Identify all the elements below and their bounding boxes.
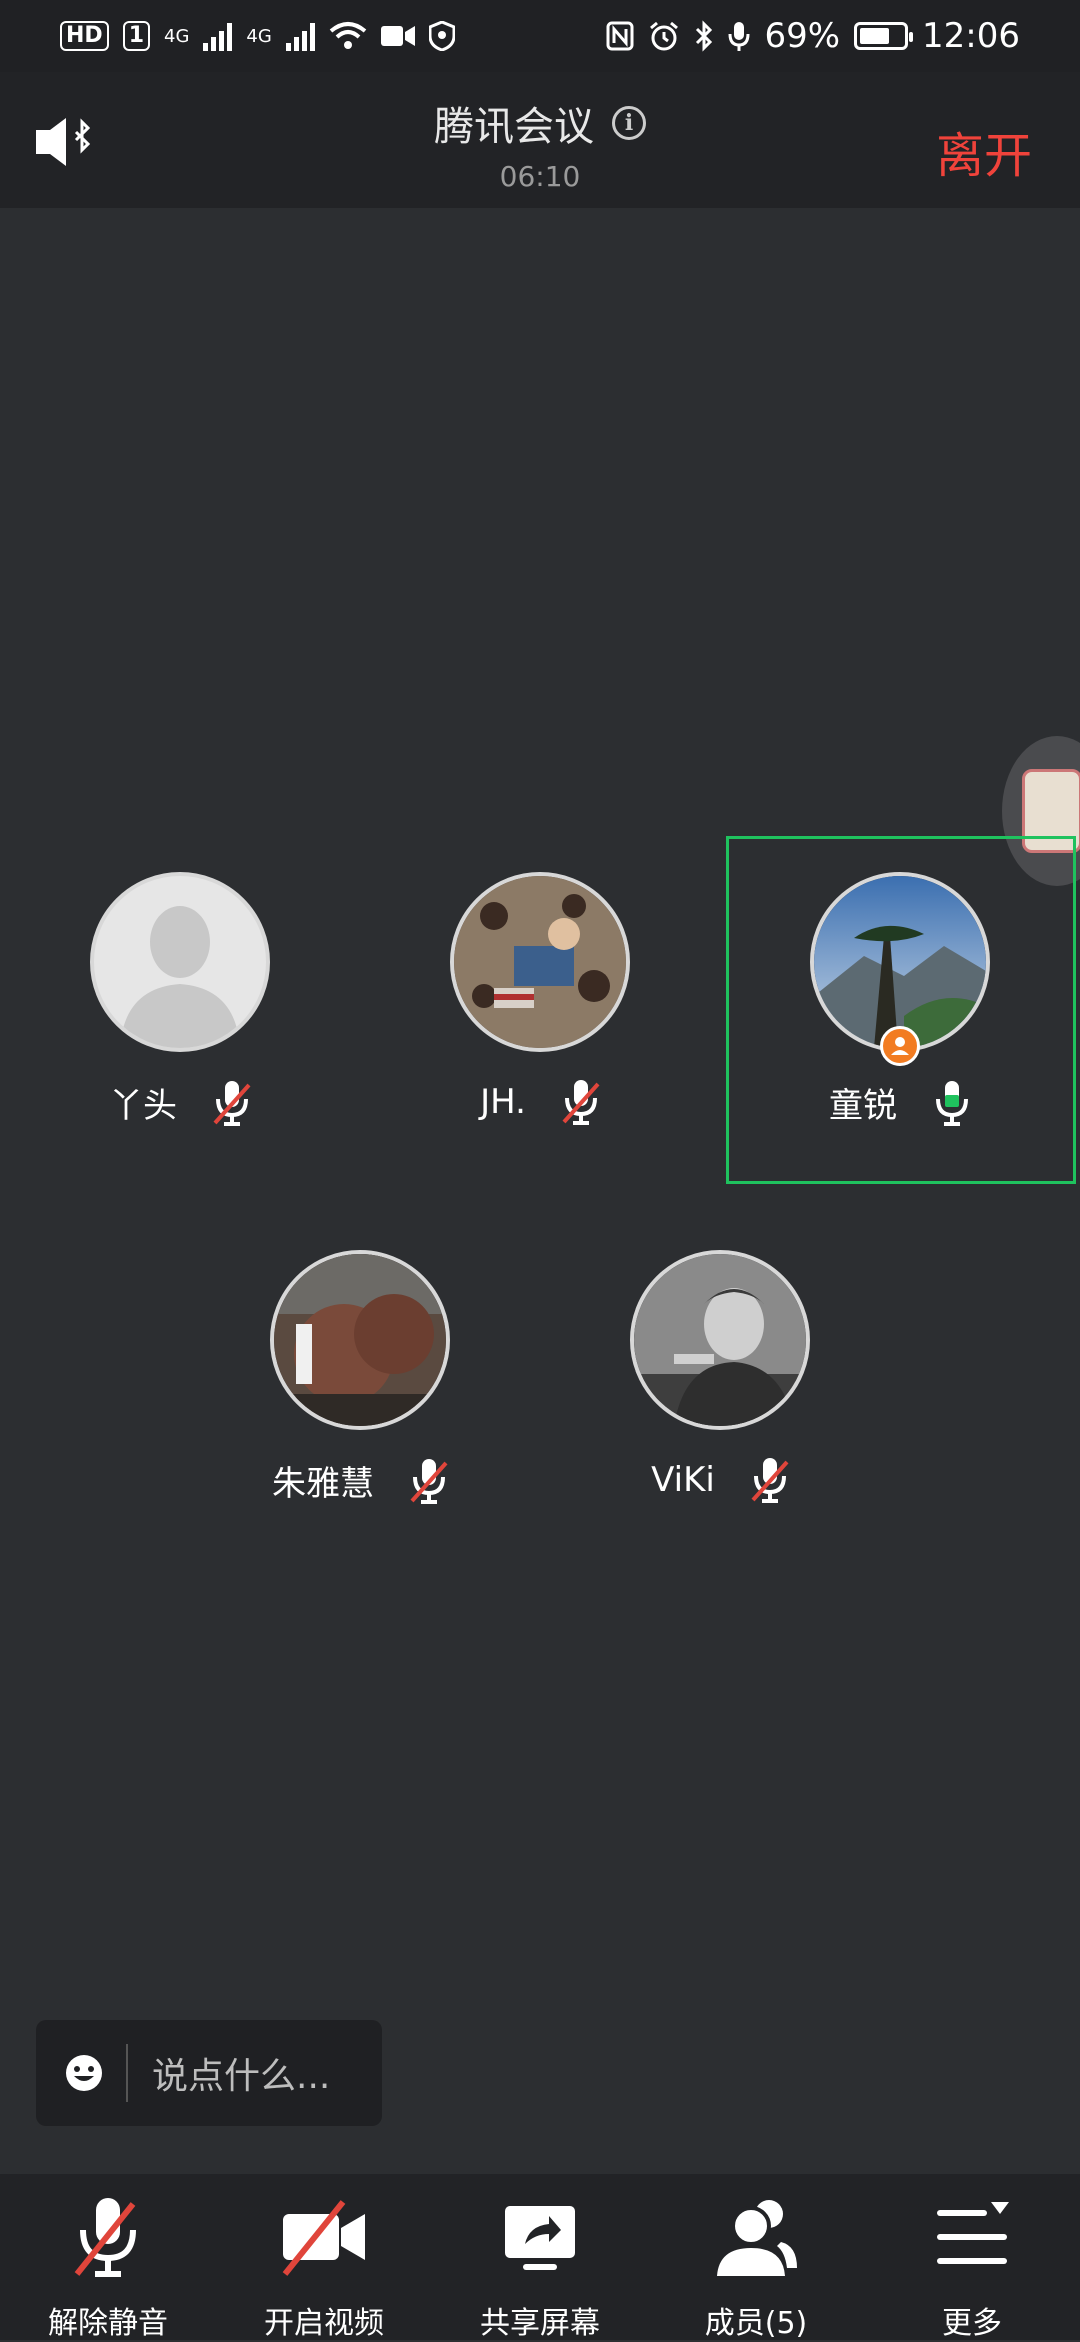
participant-name-row: ViKi bbox=[570, 1456, 870, 1504]
nfc-icon bbox=[606, 21, 634, 51]
participant-name: ViKi bbox=[651, 1460, 715, 1500]
default-avatar-icon bbox=[120, 906, 240, 1048]
signal-icon bbox=[203, 21, 233, 51]
share-screen-button[interactable]: 共享屏幕 bbox=[440, 2192, 640, 2342]
status-bar: HD 1 4G 4G 69% 12:06 bbox=[0, 0, 1080, 72]
participant-tile[interactable]: 朱雅慧 bbox=[210, 1250, 510, 1505]
mic-muted-icon bbox=[213, 1080, 251, 1126]
photo-avatar-image bbox=[634, 1254, 806, 1426]
microphone-status-icon bbox=[728, 22, 750, 51]
participant-tile[interactable]: JH. bbox=[390, 872, 690, 1126]
network-type-1: 4G bbox=[164, 25, 190, 47]
more-menu-icon bbox=[937, 2202, 1009, 2264]
avatar bbox=[630, 1250, 810, 1430]
members-button[interactable]: 成员(5) bbox=[656, 2192, 856, 2342]
shield-icon bbox=[428, 21, 455, 51]
mic-muted-icon bbox=[74, 2198, 136, 2277]
battery-fill bbox=[860, 28, 889, 44]
meeting-timer: 06:10 bbox=[499, 160, 581, 193]
mic-active-icon bbox=[936, 1080, 968, 1126]
photo-avatar-image bbox=[274, 1254, 446, 1426]
photo-avatar-image bbox=[814, 876, 986, 1048]
alarm-icon bbox=[650, 21, 679, 51]
video-record-icon bbox=[380, 26, 415, 46]
participant-name: 朱雅慧 bbox=[272, 1464, 374, 1504]
start-video-button[interactable]: 开启视频 bbox=[224, 2192, 424, 2342]
chat-input[interactable]: 说点什么... bbox=[36, 2020, 382, 2126]
avatar bbox=[810, 872, 990, 1052]
title-block: 腾讯会议 i 06:10 bbox=[0, 94, 1080, 193]
host-badge-icon bbox=[880, 1026, 920, 1066]
participant-name-row: 朱雅慧 bbox=[210, 1456, 510, 1505]
share-screen-label: 共享屏幕 bbox=[480, 2306, 600, 2341]
start-video-label: 开启视频 bbox=[264, 2306, 384, 2341]
participant-name: JH. bbox=[480, 1082, 526, 1122]
participant-tile[interactable]: 丫头 bbox=[30, 872, 330, 1127]
unmute-label: 解除静音 bbox=[48, 2306, 168, 2341]
mic-muted-icon bbox=[751, 1458, 789, 1503]
meeting-header: 腾讯会议 i 06:10 离开 bbox=[0, 72, 1080, 208]
status-right: 69% 12:06 bbox=[606, 16, 1020, 56]
members-icon bbox=[717, 2200, 797, 2276]
chat-divider bbox=[126, 2044, 128, 2102]
emoji-icon[interactable] bbox=[64, 2053, 104, 2093]
participant-name: 童锐 bbox=[829, 1086, 897, 1126]
avatar bbox=[450, 872, 630, 1052]
leave-button[interactable]: 离开 bbox=[936, 116, 1032, 186]
clock: 12:06 bbox=[922, 16, 1020, 56]
battery-percent: 69% bbox=[764, 16, 841, 56]
bluetooth-icon bbox=[696, 20, 713, 52]
avatar bbox=[90, 872, 270, 1052]
participant-name-row: 童锐 bbox=[750, 1078, 1050, 1127]
wifi-icon bbox=[329, 22, 367, 49]
photo-avatar-image bbox=[454, 876, 626, 1048]
avatar bbox=[270, 1250, 450, 1430]
participant-name-row: 丫头 bbox=[30, 1078, 330, 1127]
mic-muted-icon bbox=[410, 1458, 448, 1504]
video-off-icon bbox=[282, 2200, 365, 2276]
meeting-title-row[interactable]: 腾讯会议 i bbox=[434, 94, 646, 152]
more-label: 更多 bbox=[942, 2306, 1002, 2341]
status-left: HD 1 4G 4G bbox=[60, 21, 455, 51]
participant-tile[interactable]: 童锐 bbox=[750, 872, 1050, 1127]
members-label: 成员(5) bbox=[704, 2306, 808, 2341]
participant-tile[interactable]: ViKi bbox=[570, 1250, 870, 1504]
meeting-title: 腾讯会议 bbox=[434, 104, 594, 150]
participant-name: 丫头 bbox=[109, 1086, 177, 1126]
network-type-2: 4G bbox=[246, 25, 272, 47]
bottom-toolbar: 解除静音 开启视频 共享屏幕 成员(5) 更多 bbox=[0, 2174, 1080, 2342]
info-icon[interactable]: i bbox=[612, 106, 646, 140]
unmute-button[interactable]: 解除静音 bbox=[8, 2192, 208, 2342]
more-button[interactable]: 更多 bbox=[872, 2192, 1072, 2342]
signal-icon bbox=[285, 21, 315, 51]
sim-badge: 1 bbox=[122, 21, 150, 51]
mic-muted-icon bbox=[562, 1080, 600, 1125]
participant-name-row: JH. bbox=[390, 1078, 690, 1126]
chat-placeholder: 说点什么... bbox=[152, 2056, 331, 2097]
battery-icon bbox=[854, 22, 914, 50]
share-screen-icon bbox=[505, 2206, 575, 2270]
hd-badge: HD bbox=[60, 21, 109, 51]
